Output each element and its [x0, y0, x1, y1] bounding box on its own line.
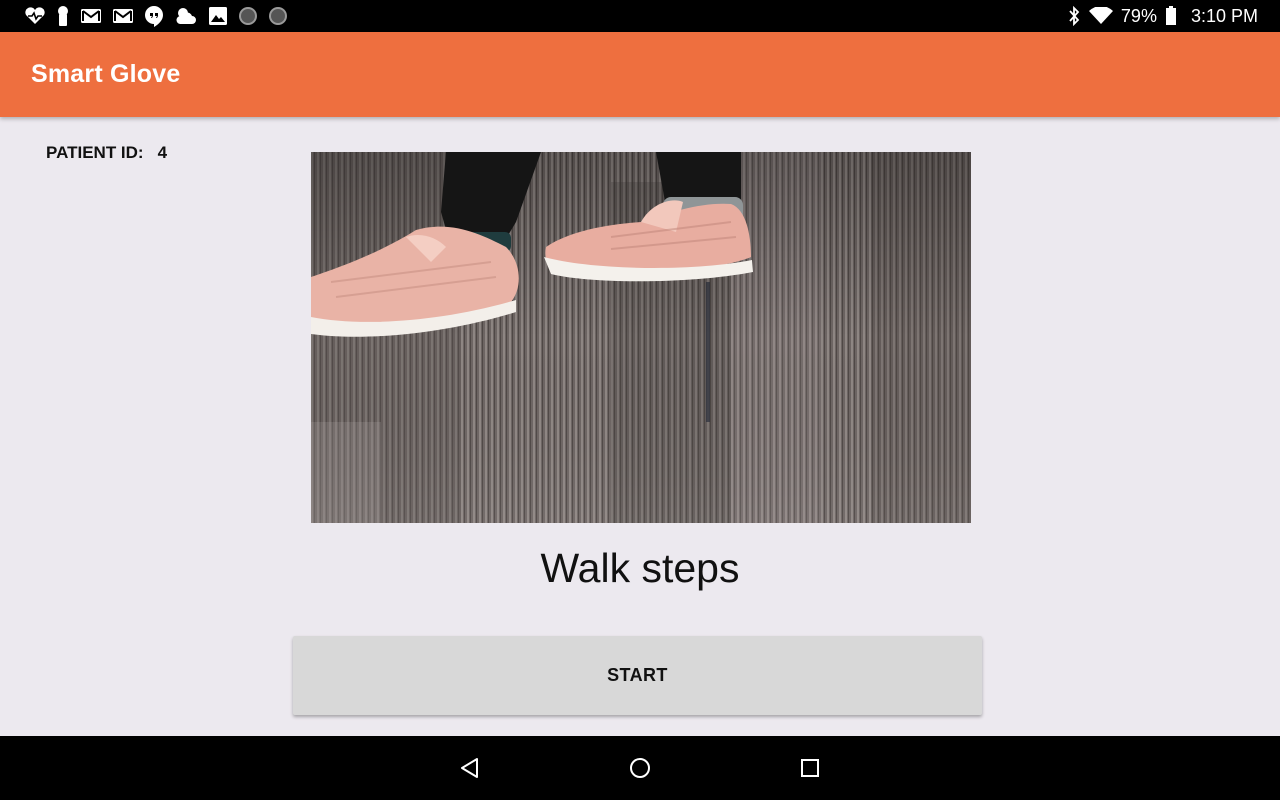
keyhole-icon — [56, 5, 70, 27]
walking-feet-photo — [311, 152, 971, 523]
bluetooth-icon — [1067, 6, 1081, 26]
clock: 3:10 PM — [1190, 5, 1258, 26]
circle-icon — [268, 6, 288, 26]
battery-percent: 79% — [1120, 5, 1157, 26]
wifi-icon — [1088, 7, 1113, 25]
gmail-icon — [112, 7, 134, 25]
system-indicators: 79% 3:10 PM — [1067, 0, 1258, 32]
app-bar: Smart Glove — [0, 32, 1280, 117]
hangouts-icon — [144, 5, 164, 27]
weather-icon — [174, 6, 198, 26]
battery-icon — [1165, 6, 1177, 26]
status-bar: 79% 3:10 PM — [0, 0, 1280, 32]
start-button[interactable]: START — [293, 636, 982, 715]
patient-id: PATIENT ID: 4 — [46, 143, 167, 163]
notification-icons — [24, 4, 288, 28]
patient-id-value: 4 — [157, 143, 168, 162]
circle-icon — [238, 6, 258, 26]
gallery-icon — [208, 6, 228, 26]
recents-icon[interactable] — [798, 756, 822, 780]
navigation-bar — [0, 736, 1280, 800]
exercise-title: Walk steps — [540, 545, 740, 591]
app-title: Smart Glove — [31, 60, 181, 88]
patient-id-label: PATIENT ID: — [46, 143, 144, 162]
home-icon[interactable] — [628, 756, 652, 780]
heart-monitor-icon — [24, 7, 46, 25]
gmail-icon — [80, 7, 102, 25]
back-icon[interactable] — [458, 756, 482, 780]
